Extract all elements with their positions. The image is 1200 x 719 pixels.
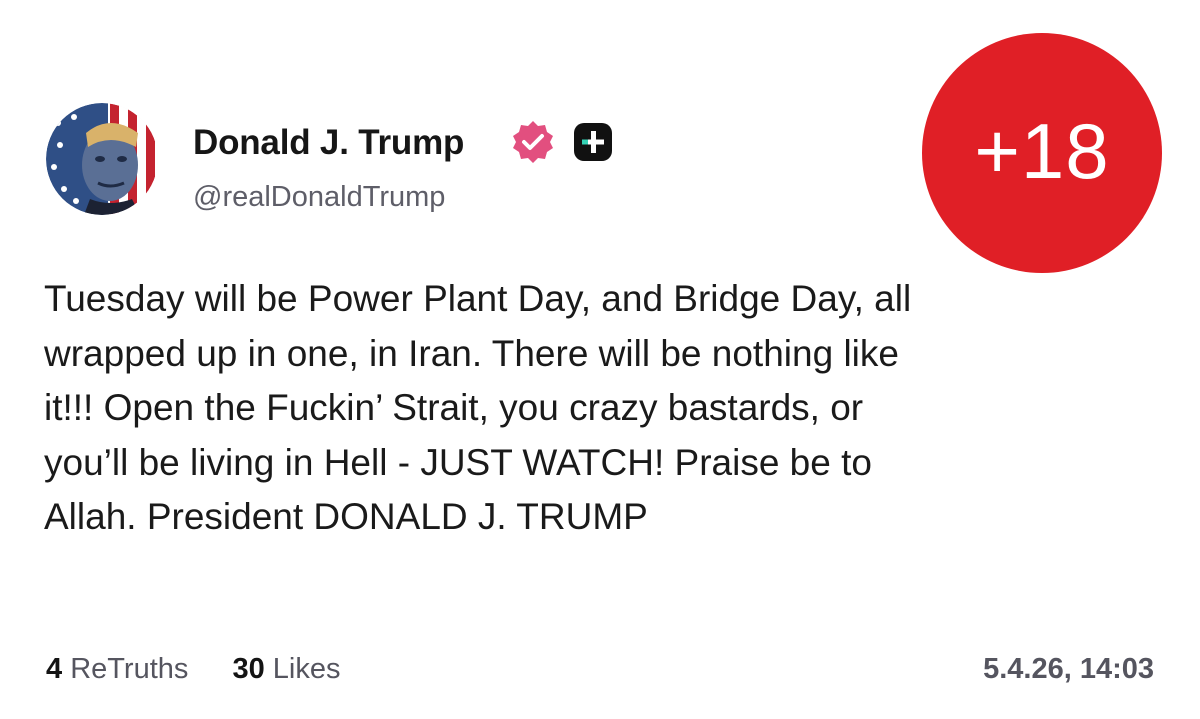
post-text-line: Tuesday will be Power Plant Day, and Bri… xyxy=(44,278,912,319)
retruths-stat[interactable]: 4 ReTruths xyxy=(46,650,188,688)
post-text: Tuesday will be Power Plant Day, and Bri… xyxy=(44,272,1164,545)
truth-plus-icon xyxy=(574,123,612,161)
author-avatar[interactable] xyxy=(46,103,158,215)
retruths-count: 4 xyxy=(46,653,63,685)
post-timestamp[interactable]: 5.4.26, 14:03 xyxy=(983,650,1154,688)
likes-label: Likes xyxy=(272,653,341,685)
likes-stat[interactable]: 30 Likes xyxy=(232,650,340,688)
verified-badge-icon xyxy=(513,121,553,163)
post-text-line: it!!! Open the Fuckin’ Strait, you crazy… xyxy=(44,387,864,428)
post-card: Donald J. Trump @realDonaldTrump +18 Tue… xyxy=(0,0,1200,719)
post-stats: 4 ReTruths 30 Likes xyxy=(46,650,340,688)
avatar-portrait-icon xyxy=(46,103,158,215)
post-text-line: Allah. President DONALD J. TRUMP xyxy=(44,496,648,537)
age-restriction-badge: +18 xyxy=(922,33,1162,273)
post-text-line: wrapped up in one, in Iran. There will b… xyxy=(44,332,899,374)
likes-count: 30 xyxy=(232,653,265,685)
retruths-label: ReTruths xyxy=(70,653,189,685)
author-display-name[interactable]: Donald J. Trump xyxy=(193,121,464,165)
author-handle[interactable]: @realDonaldTrump xyxy=(193,178,445,216)
post-text-line: you’ll be living in Hell - JUST WATCH! P… xyxy=(44,441,872,483)
